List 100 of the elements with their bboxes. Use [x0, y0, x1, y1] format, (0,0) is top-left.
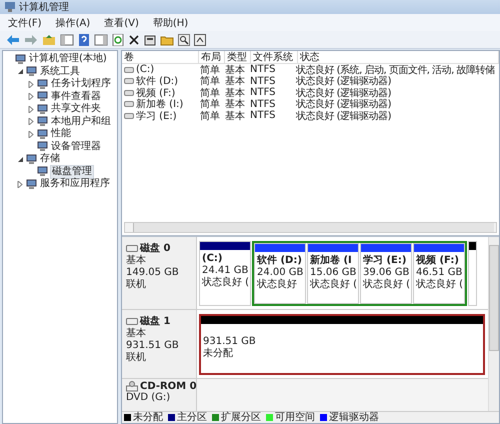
monitor-icon: [26, 178, 37, 190]
tree-item[interactable]: 共享文件夹: [50, 103, 102, 116]
partition-label: 学习 (E:): [363, 255, 408, 267]
monitor-icon: [15, 54, 26, 65]
table-cell-text: 简单: [199, 110, 221, 122]
column-header[interactable]: 布局: [199, 51, 225, 63]
partition-label: 视频 (F:): [416, 255, 460, 267]
table-cell-text: 基本: [224, 110, 246, 122]
table-cell: 新加卷 (I:): [122, 98, 198, 110]
table-cell-text: 简单: [199, 64, 221, 76]
tree-item[interactable]: 服务和应用程序: [39, 178, 111, 190]
expanded-arrow-icon[interactable]: [16, 156, 24, 163]
monitor-icon: [37, 166, 48, 178]
tree-item[interactable]: 磁盘管理: [50, 164, 94, 179]
export-icon[interactable]: [194, 34, 206, 46]
partition-size: 931.51 GB: [203, 336, 257, 348]
horizontal-scrollbar[interactable]: [124, 222, 497, 233]
table-cell-text: 简单: [199, 98, 221, 110]
partition-size: 39.06 GB: [363, 267, 409, 278]
partition[interactable]: 931.51 GB 未分配: [199, 314, 485, 375]
partition-color-bar: [361, 244, 411, 252]
close-icon[interactable]: [128, 34, 140, 46]
partition-status: 未分配: [203, 348, 234, 360]
table-cell: 学习 (E:): [122, 110, 198, 122]
table-cell-text: 基本: [224, 64, 246, 76]
tree-item[interactable]: 任务计划程序: [50, 78, 112, 90]
folder-icon[interactable]: [160, 34, 174, 46]
partition-color-bar: [255, 244, 305, 252]
collapsed-arrow-icon[interactable]: [28, 80, 34, 88]
disk-size: 931.51 GB: [126, 340, 180, 352]
tree-item[interactable]: 计算机管理(本地): [28, 53, 108, 66]
collapsed-arrow-icon[interactable]: [28, 118, 34, 126]
partition[interactable]: 学习 (E:) 39.06 GB 状态良好 (: [360, 243, 412, 304]
partition-label: 软件 (D:): [257, 255, 303, 267]
panel-icon[interactable]: [60, 34, 74, 46]
table-cell-text: 基本: [224, 87, 246, 98]
column-header[interactable]: 状态: [298, 51, 499, 63]
monitor-icon: [37, 141, 48, 152]
partition-label: (C:): [202, 253, 224, 265]
expanded-arrow-icon[interactable]: [16, 68, 24, 76]
table-cell-text: NTFS: [249, 64, 277, 76]
menu-item[interactable]: 文件(F): [8, 16, 42, 30]
partition[interactable]: (C:) 24.41 GB 状态良好 (: [199, 241, 251, 306]
tree-item[interactable]: 本地用户和组: [50, 116, 112, 128]
table-cell-text: 基本: [224, 76, 246, 87]
properties-icon[interactable]: [144, 34, 156, 46]
refresh-icon[interactable]: [112, 34, 124, 46]
partition-color-bar: [308, 244, 358, 252]
back-arrow-icon[interactable]: [6, 34, 20, 46]
tree-item[interactable]: 设备管理器: [50, 140, 102, 153]
table-cell-text: 状态良好 (逻辑驱动器): [295, 98, 392, 110]
table-cell-text: 状态良好 (逻辑驱动器): [295, 76, 392, 87]
partition[interactable]: 新加卷 (I 15.06 GB 状态良好 (: [307, 243, 359, 304]
menu-item[interactable]: 帮助(H): [152, 16, 188, 30]
column-header[interactable]: 文件系统: [251, 51, 298, 63]
computer-icon: [4, 1, 16, 13]
partition-size: 15.06 GB: [310, 267, 356, 278]
table-cell: (C:): [122, 64, 198, 76]
partition-status: 状态良好 (: [416, 279, 462, 291]
collapsed-arrow-icon[interactable]: [28, 130, 34, 138]
collapsed-arrow-icon[interactable]: [28, 106, 34, 113]
forward-arrow-icon[interactable]: [24, 34, 38, 46]
table-cell-text: 简单: [199, 76, 221, 87]
tree-item[interactable]: 存储: [39, 153, 61, 166]
column-header[interactable]: 类型: [225, 51, 251, 63]
disk-type: 基本: [126, 328, 147, 340]
tree-item[interactable]: 性能: [50, 128, 72, 140]
monitor-icon: [26, 66, 37, 78]
monitor-icon: [26, 154, 37, 165]
partition[interactable]: [468, 241, 477, 306]
disk-name: CD-ROM 0: [140, 381, 197, 392]
table-cell-text: 状态良好 (逻辑驱动器): [295, 110, 392, 122]
panel-icon[interactable]: [94, 34, 108, 46]
column-header[interactable]: 卷: [122, 51, 199, 63]
disk-type: 基本: [126, 255, 147, 267]
folder-up-icon[interactable]: [42, 34, 56, 46]
partition[interactable]: 软件 (D:) 24.00 GB 状态良好: [254, 243, 306, 304]
monitor-icon: [37, 116, 48, 128]
partition-size: 24.41 GB: [202, 265, 248, 276]
legend-label: 逻辑驱动器: [329, 412, 379, 422]
menu-item[interactable]: 查看(V): [104, 16, 139, 30]
table-cell-text: NTFS: [249, 87, 277, 98]
collapsed-arrow-icon[interactable]: [16, 180, 24, 188]
legend-label: 可用空间: [275, 412, 315, 422]
partition-color-bar: [469, 242, 476, 250]
tree-item[interactable]: 系统工具: [39, 66, 81, 78]
table-cell-text: NTFS: [249, 110, 277, 122]
window-title: 计算机管理: [19, 0, 69, 14]
monitor-icon: [37, 78, 48, 90]
partition-status: 状态良好 (: [202, 277, 248, 289]
search-icon[interactable]: [178, 34, 190, 46]
legend-label: 扩展分区: [221, 412, 261, 422]
disk-name: 磁盘 0: [140, 242, 170, 254]
collapsed-arrow-icon[interactable]: [28, 93, 34, 100]
vertical-scrollbar[interactable]: [488, 237, 499, 411]
help-icon[interactable]: [78, 34, 90, 46]
partition-color-bar: [414, 244, 464, 252]
tree-item[interactable]: 事件查看器: [50, 90, 102, 103]
partition[interactable]: 视频 (F:) 46.51 GB 状态良好 (: [413, 243, 465, 304]
menu-item[interactable]: 操作(A): [56, 16, 90, 30]
